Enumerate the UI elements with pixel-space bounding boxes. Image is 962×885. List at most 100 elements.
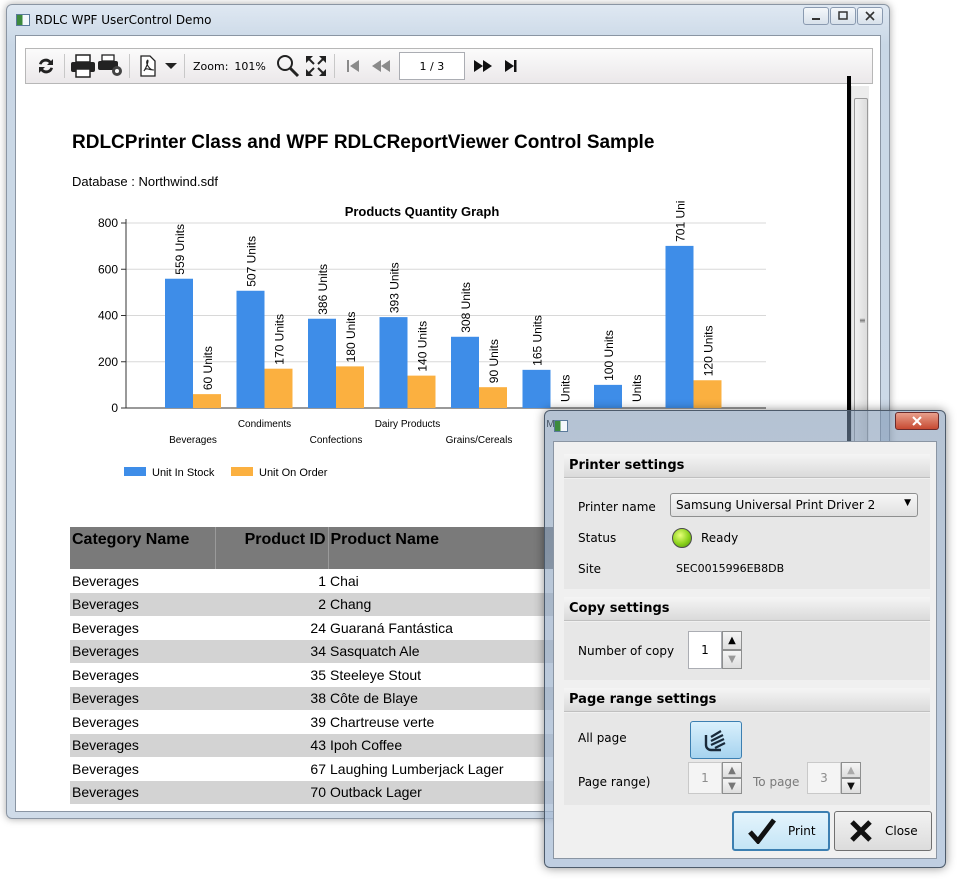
last-page-button[interactable] bbox=[497, 52, 525, 80]
arrow-down-icon: ▼ bbox=[728, 654, 736, 665]
arrow-down-icon: ▼ bbox=[728, 780, 736, 792]
first-page-button[interactable] bbox=[339, 52, 367, 80]
refresh-icon bbox=[39, 58, 53, 74]
close-dialog-button[interactable]: Close bbox=[834, 811, 932, 851]
dialog-app-icon bbox=[554, 420, 568, 432]
chevron-down-icon bbox=[165, 63, 177, 69]
copies-stepper: ▲ ▼ bbox=[722, 631, 742, 669]
minimize-button[interactable] bbox=[803, 7, 829, 25]
chevron-down-icon: ▼ bbox=[904, 498, 911, 508]
bar-unit-on-order bbox=[193, 394, 221, 408]
fit-page-button[interactable] bbox=[302, 52, 330, 80]
bar-data-label: 701 Units bbox=[674, 201, 688, 242]
page-to-input[interactable]: 3 bbox=[807, 762, 841, 794]
legend-label: Unit On Order bbox=[259, 467, 328, 479]
cell-product-id: 2 bbox=[215, 592, 328, 616]
arrow-up-icon: ▲ bbox=[847, 764, 855, 776]
cell-category: Beverages bbox=[70, 733, 215, 757]
cell-category: Beverages bbox=[70, 592, 215, 616]
bar-data-label: 507 Units bbox=[245, 236, 259, 287]
to-page-label: To page bbox=[753, 775, 800, 789]
y-tick-label: 600 bbox=[98, 262, 118, 276]
copies-input[interactable]: 1 bbox=[688, 631, 722, 669]
column-header-category: Category Name bbox=[70, 527, 216, 569]
close-x-icon bbox=[850, 820, 872, 842]
printer-name-select[interactable]: Samsung Universal Print Driver 2 ▼ bbox=[670, 493, 918, 517]
site-value: SEC0015996EB8DB bbox=[676, 562, 785, 575]
cell-category: Beverages bbox=[72, 666, 139, 683]
previous-page-button[interactable] bbox=[367, 52, 395, 80]
arrow-up-icon: ▲ bbox=[728, 764, 736, 776]
print-icon bbox=[71, 54, 95, 78]
print-button-label: Print bbox=[788, 824, 816, 838]
printer-name-label: Printer name bbox=[578, 500, 656, 514]
site-label: Site bbox=[578, 562, 602, 576]
dialog-close-button[interactable] bbox=[895, 412, 939, 430]
zoom-value[interactable]: 101% bbox=[234, 60, 265, 73]
window-title: RDLC WPF UserControl Demo bbox=[35, 13, 212, 27]
page-setup-button[interactable] bbox=[97, 52, 125, 80]
bar-data-label: 100 Units bbox=[602, 330, 616, 381]
cell-product-id: 70 bbox=[215, 780, 328, 804]
bar-unit-in-stock bbox=[236, 290, 265, 408]
page-from-increment-button[interactable]: ▲ bbox=[722, 762, 742, 778]
legend-swatch bbox=[124, 467, 146, 476]
cell-category: Beverages bbox=[70, 780, 215, 804]
print-dialog: Printer settings Printer name Samsung Un… bbox=[544, 410, 946, 868]
close-button[interactable] bbox=[857, 7, 883, 25]
cell-category: Beverages bbox=[72, 713, 139, 730]
export-button[interactable] bbox=[134, 52, 162, 80]
bar-data-label: 308 Units bbox=[459, 282, 473, 333]
next-page-button[interactable] bbox=[469, 52, 497, 80]
maximize-icon bbox=[838, 11, 848, 20]
bar-data-label: 180 Units bbox=[344, 312, 358, 363]
cell-category: Beverages bbox=[72, 572, 139, 589]
toolbar-separator bbox=[184, 54, 185, 78]
cell-product-id: 43 bbox=[215, 733, 328, 757]
page-number-input[interactable]: 1 / 3 bbox=[398, 52, 465, 80]
toolbar-separator bbox=[333, 54, 335, 78]
copies-decrement-button[interactable]: ▼ bbox=[722, 650, 742, 669]
cell-product-id: 35 bbox=[310, 666, 326, 683]
find-button[interactable] bbox=[274, 52, 302, 80]
x-category-label: Dairy Products bbox=[375, 419, 441, 430]
bar-unit-on-order bbox=[336, 366, 364, 408]
page-from-stepper: ▲ ▼ bbox=[722, 762, 742, 794]
all-page-toggle[interactable] bbox=[690, 721, 742, 759]
printer-settings-icon bbox=[98, 54, 122, 76]
page-range-panel bbox=[564, 713, 930, 805]
print-button[interactable]: Print bbox=[732, 811, 830, 851]
first-page-icon bbox=[346, 60, 359, 72]
bar-unit-on-order bbox=[407, 375, 436, 408]
page-to-stepper: ▲ ▼ bbox=[841, 762, 861, 794]
toolbar-separator bbox=[129, 54, 130, 78]
close-icon bbox=[912, 416, 922, 426]
bar-data-label: 60 Units bbox=[201, 346, 215, 390]
bar-unit-on-order bbox=[479, 387, 507, 408]
pdf-export-icon bbox=[140, 55, 156, 77]
page-to-increment-button[interactable]: ▲ bbox=[841, 762, 861, 778]
x-category-label: Grains/Cereals bbox=[446, 435, 513, 446]
zoom-label: Zoom: bbox=[193, 59, 229, 73]
print-button[interactable] bbox=[69, 52, 97, 80]
cell-product-id: 39 bbox=[310, 713, 326, 730]
export-dropdown[interactable] bbox=[162, 52, 180, 80]
bar-data-label: 393 Units bbox=[388, 262, 402, 313]
toolbar-separator bbox=[64, 54, 65, 78]
copies-increment-button[interactable]: ▲ bbox=[722, 631, 742, 650]
maximize-button[interactable] bbox=[830, 7, 856, 25]
y-tick-label: 0 bbox=[111, 401, 118, 415]
refresh-button[interactable] bbox=[32, 52, 60, 80]
page-from-decrement-button[interactable]: ▼ bbox=[722, 778, 742, 794]
printer-name-value: Samsung Universal Print Driver 2 bbox=[676, 498, 876, 512]
page-from-input[interactable]: 1 bbox=[688, 762, 722, 794]
app-icon bbox=[16, 14, 30, 26]
page-to-decrement-button[interactable]: ▼ bbox=[841, 778, 861, 794]
bar-unit-in-stock bbox=[165, 278, 193, 408]
y-tick-label: 800 bbox=[98, 216, 118, 230]
bar-data-label: 170 Units bbox=[273, 314, 287, 365]
bar-unit-in-stock bbox=[522, 369, 551, 408]
cell-product-id: 38 bbox=[215, 686, 328, 710]
bar-data-label: 165 Units bbox=[531, 315, 545, 366]
bar-unit-in-stock bbox=[594, 384, 622, 408]
